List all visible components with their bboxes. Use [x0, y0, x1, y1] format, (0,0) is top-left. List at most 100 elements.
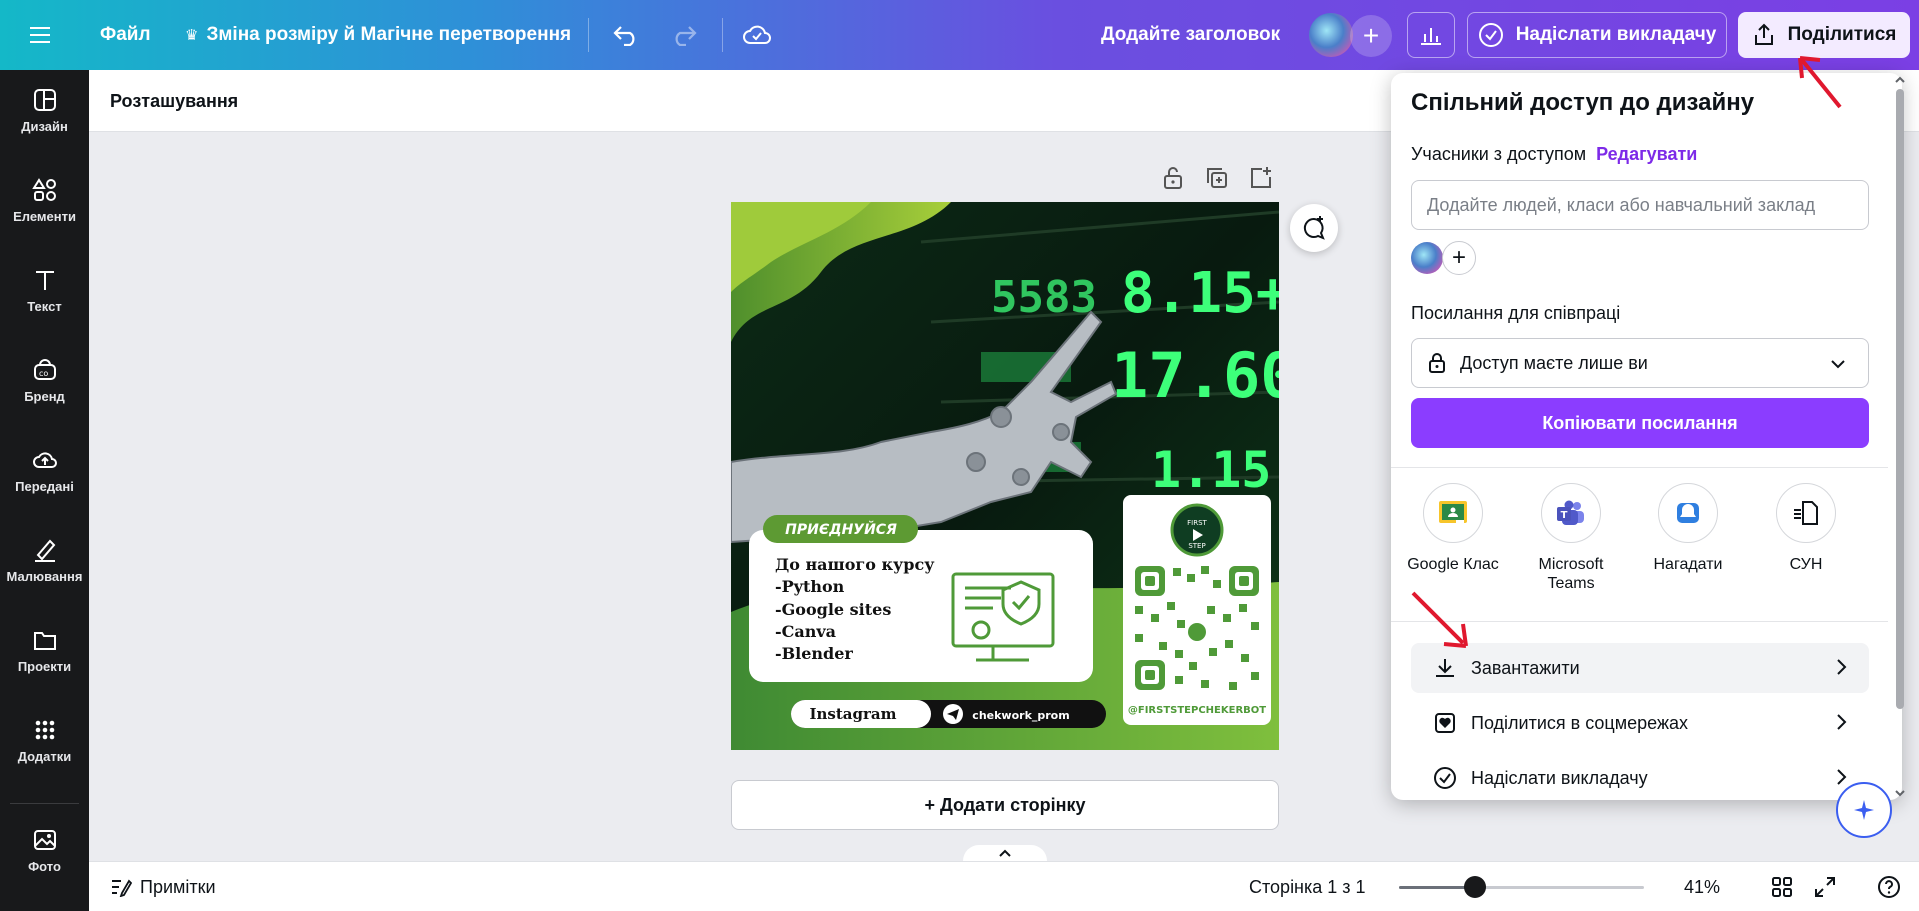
fullscreen-button[interactable]: [1814, 862, 1836, 911]
course-line: -Blender: [775, 644, 853, 663]
share-app-lms[interactable]: СУН: [1751, 483, 1861, 574]
telegram-label: chekwork_prom: [972, 709, 1069, 722]
divider: [1391, 467, 1888, 468]
edit-members-link[interactable]: Редагувати: [1596, 144, 1697, 164]
scroll-up-icon: [1895, 76, 1905, 83]
social-share-row[interactable]: Поділитися в соцмережах: [1411, 698, 1869, 748]
share-app-reminder[interactable]: Нагадати: [1633, 483, 1743, 574]
add-people-input[interactable]: Додайте людей, класи або навчальний закл…: [1411, 180, 1869, 230]
divider: [588, 18, 589, 52]
layout-icon: [33, 88, 56, 111]
members-label: Учасники з доступом: [1411, 144, 1587, 164]
notes-button[interactable]: Примітки: [110, 862, 216, 911]
row-label: Надіслати викладачу: [1471, 767, 1648, 788]
bar-chart-icon: [1421, 28, 1441, 45]
ms-teams-icon: T: [1557, 500, 1584, 525]
member-avatar[interactable]: [1411, 242, 1443, 274]
sidebar-item-apps[interactable]: Додатки: [0, 700, 89, 780]
download-row[interactable]: Завантажити: [1411, 643, 1869, 693]
crown-icon: ♛: [185, 27, 199, 44]
fullscreen-icon: [1815, 877, 1835, 897]
resize-button[interactable]: ♛ Зміна розміру й Магічне перетворення: [185, 0, 571, 70]
sidebar-item-draw[interactable]: Малювання: [0, 520, 89, 600]
access-level-select[interactable]: Доступ маєте лише ви: [1411, 338, 1869, 388]
show-pages-toggle[interactable]: [963, 845, 1047, 861]
add-comment-button[interactable]: [1290, 204, 1338, 252]
sidebar-item-label: Малювання: [6, 568, 83, 584]
sidebar-item-label: Текст: [27, 298, 62, 314]
redo-button[interactable]: [670, 0, 698, 70]
sidebar-item-label: Додатки: [17, 748, 72, 764]
sidebar-item-brand[interactable]: co Бренд: [0, 340, 89, 420]
collab-link-label: Посилання для співпраці: [1411, 303, 1621, 323]
cloud-save-status[interactable]: [742, 0, 772, 70]
brand-icon: co: [33, 358, 56, 380]
sidebar-item-label: Проекти: [17, 658, 72, 674]
grid-view-button[interactable]: [1771, 862, 1793, 911]
file-menu[interactable]: Файл: [100, 0, 151, 70]
lock-icon[interactable]: [1160, 165, 1186, 191]
hamburger-icon: [30, 27, 50, 43]
comment-plus-icon: [1303, 216, 1325, 240]
sidebar-item-label: Передані: [15, 478, 74, 494]
shapes-icon: [31, 177, 56, 201]
pen-icon: [34, 539, 55, 562]
page-indicator[interactable]: Сторінка 1 з 1: [1249, 862, 1366, 911]
share-app-ms-teams[interactable]: T Microsoft Teams: [1516, 483, 1626, 593]
text-icon: [35, 270, 54, 290]
help-button[interactable]: [1877, 862, 1901, 911]
magic-assistant-button[interactable]: [1836, 782, 1892, 838]
duplicate-page-icon[interactable]: [1204, 165, 1230, 191]
plus-icon: +: [1362, 20, 1380, 51]
access-level-value: Доступ маєте лише ви: [1460, 352, 1648, 373]
design-page[interactable]: 5583 8.15+ 17.60 1.15 ПРИЄДНУЙСЯ До нашо…: [731, 202, 1279, 750]
redo-icon: [675, 26, 697, 46]
ticker-3: 17.60: [1111, 339, 1279, 412]
design-title-input[interactable]: Додайте заголовок: [1101, 0, 1280, 70]
design-artwork: 5583 8.15+ 17.60 1.15 ПРИЄДНУЙСЯ До нашо…: [731, 202, 1279, 750]
sidebar-item-label: Елементи: [13, 208, 76, 224]
chevron-right-icon: [1837, 714, 1847, 730]
sidebar-item-elements[interactable]: Елементи: [0, 160, 89, 240]
position-button[interactable]: Розташування: [110, 70, 238, 132]
add-member-button[interactable]: +: [1442, 241, 1476, 275]
share-panel-scrollbar[interactable]: [1893, 75, 1907, 798]
sidebar-item-label: Дизайн: [21, 118, 68, 134]
reminder-icon: [1677, 503, 1699, 523]
send-to-teacher-row[interactable]: Надіслати викладачу: [1411, 753, 1869, 800]
sidebar-item-uploads[interactable]: Передані: [0, 430, 89, 510]
course-line: -Canva: [775, 622, 836, 641]
row-label: Завантажити: [1471, 657, 1580, 678]
ticker-4: 1.15: [1151, 441, 1271, 499]
zoom-slider-thumb[interactable]: [1464, 876, 1486, 898]
add-collaborator-button[interactable]: +: [1350, 15, 1392, 57]
resize-label: Зміна розміру й Магічне перетворення: [206, 24, 572, 45]
zoom-slider[interactable]: [1399, 876, 1644, 898]
sidebar-item-text[interactable]: Текст: [0, 250, 89, 330]
left-sidebar: Дизайн Елементи Текст co Бренд Передані …: [0, 70, 89, 911]
send-to-teacher-button[interactable]: Надіслати викладачу: [1467, 12, 1727, 58]
undo-button[interactable]: [612, 0, 640, 70]
notes-label: Примітки: [140, 876, 216, 897]
copy-link-button[interactable]: Копіювати посилання: [1411, 398, 1869, 448]
menu-button[interactable]: [30, 0, 52, 70]
zoom-level[interactable]: 41%: [1684, 862, 1720, 911]
sidebar-item-design[interactable]: Дизайн: [0, 70, 89, 150]
sidebar-item-projects[interactable]: Проекти: [0, 610, 89, 690]
cloud-check-icon: [743, 25, 771, 44]
share-app-google-classroom[interactable]: Google Клас: [1398, 483, 1508, 574]
avatar[interactable]: [1309, 13, 1353, 57]
qr-handle: @FIRSTSTEPCHEKERBOT: [1128, 705, 1266, 716]
sidebar-item-photos[interactable]: Фото: [0, 810, 89, 890]
join-badge: ПРИЄДНУЙСЯ: [785, 521, 897, 538]
course-line: -Google sites: [775, 600, 891, 619]
insights-button[interactable]: [1407, 12, 1455, 58]
members-row: Учасники з доступом Редагувати: [1411, 144, 1697, 165]
ticker-1: 5583: [991, 272, 1097, 323]
sidebar-item-label: Фото: [28, 858, 61, 874]
add-page-icon[interactable]: [1248, 165, 1274, 191]
scrollbar-thumb[interactable]: [1896, 89, 1904, 709]
lock-icon: [1429, 353, 1445, 373]
add-page-button[interactable]: + Додати сторінку: [731, 780, 1279, 830]
bottom-bar: Примітки Сторінка 1 з 1 41%: [89, 861, 1919, 911]
